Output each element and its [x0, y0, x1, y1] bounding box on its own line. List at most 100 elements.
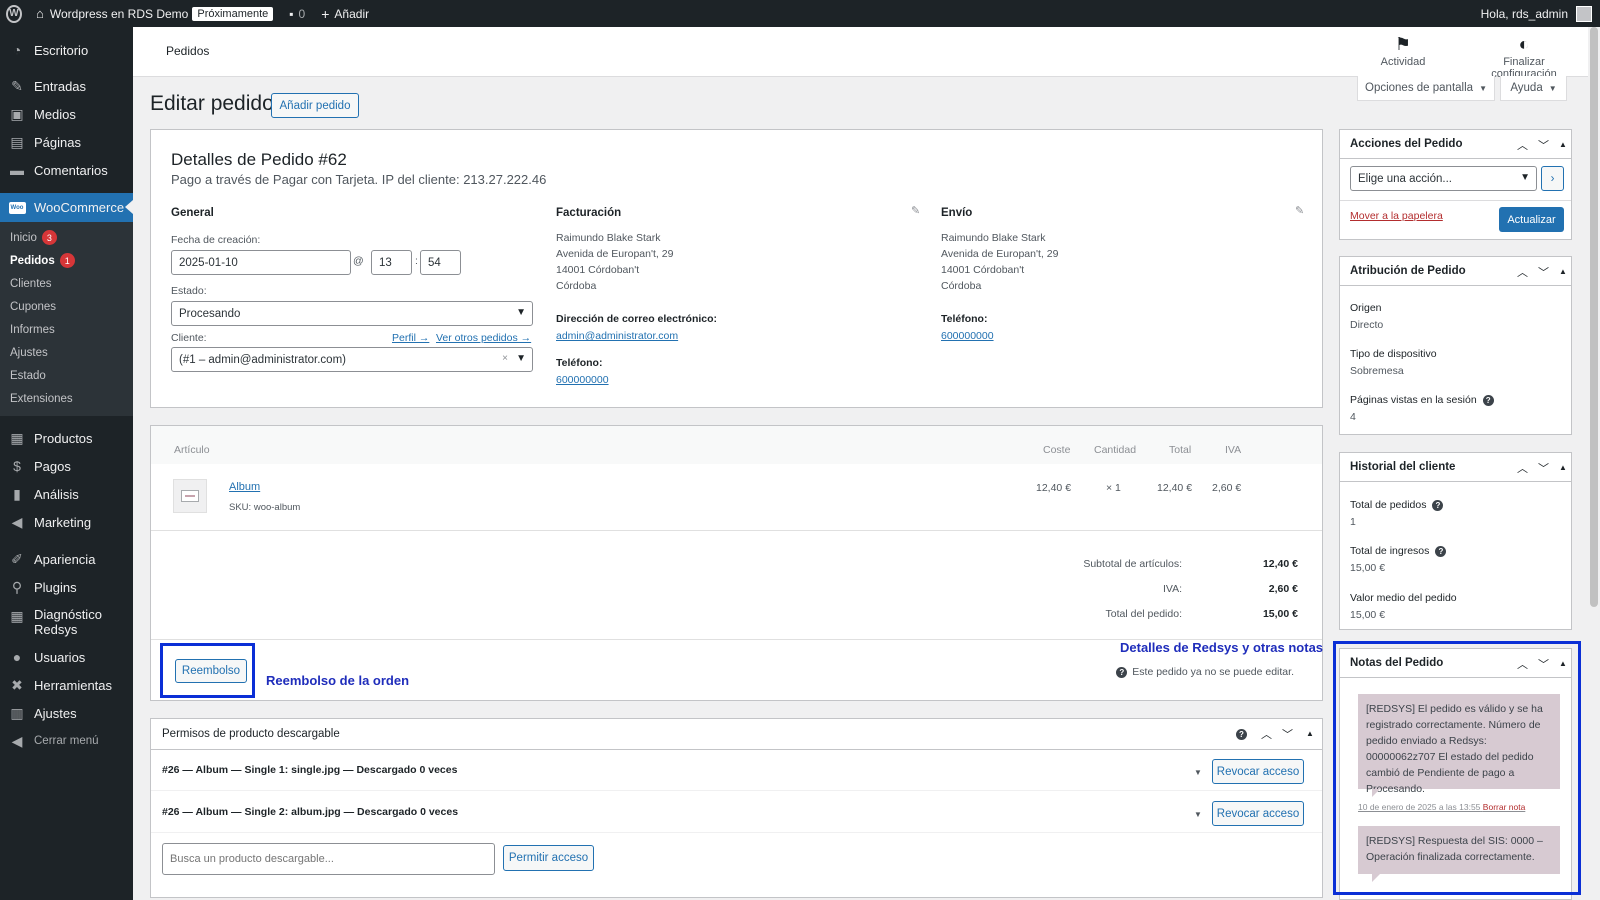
billing-email-link[interactable]: admin@administrator.com [556, 330, 678, 342]
clear-icon[interactable]: × [502, 353, 508, 364]
menu-marketing[interactable]: ◀ Marketing [0, 508, 133, 536]
hour-input[interactable]: 13 [371, 250, 412, 275]
refund-callout: Reembolso de la orden [266, 673, 410, 688]
submenu-inicio[interactable]: Inicio 3 [0, 226, 133, 249]
expand-caret-icon[interactable]: ▼ [1194, 810, 1202, 819]
chevron-down-icon: ▼ [1520, 172, 1530, 183]
history-title: Historial del cliente [1340, 453, 1571, 482]
move-up-icon[interactable]: ︿ [1517, 656, 1528, 672]
submenu-ajustes[interactable]: Ajustes [0, 341, 133, 364]
activity-button[interactable]: ⚑ Actividad [1373, 34, 1433, 68]
product-link[interactable]: Album [229, 481, 260, 493]
toggle-panel-icon[interactable]: ▲ [1559, 267, 1567, 276]
menu-ajustes[interactable]: ▥ Ajustes [0, 699, 133, 727]
add-new-link[interactable]: + Añadir [313, 0, 377, 27]
expand-caret-icon[interactable]: ▼ [1194, 768, 1202, 777]
apply-action-button[interactable]: › [1541, 166, 1564, 191]
scrollbar-thumb[interactable] [1590, 27, 1598, 607]
order-notes-box: Notas del Pedido ︿ ﹀ ▲ [REDSYS] El pedid… [1339, 648, 1572, 900]
menu-woocommerce[interactable]: Woo WooCommerce [0, 193, 133, 222]
wordpress-logo-icon[interactable]: W [0, 0, 28, 27]
order-meta: Pago a través de Pagar con Tarjeta. IP d… [171, 172, 547, 187]
item-cost: 12,40 € [1036, 482, 1072, 494]
minute-input[interactable]: 54 [420, 250, 461, 275]
grant-access-button[interactable]: Permitir acceso [503, 845, 594, 871]
site-name-link[interactable]: ⌂ Wordpress en RDS Demo Próximamente [28, 0, 281, 27]
delete-note-link[interactable]: Borrar nota [1483, 802, 1526, 812]
menu-pagos[interactable]: $ Pagos [0, 452, 133, 480]
order-action-select[interactable]: Elige una acción... ▼ [1350, 166, 1537, 191]
comments-link[interactable]: ▪ 0 [281, 0, 313, 27]
menu-herramientas[interactable]: ✖ Herramientas [0, 671, 133, 699]
move-to-trash-link[interactable]: Mover a la papelera [1350, 210, 1443, 222]
move-down-icon[interactable]: ﹀ [1538, 137, 1549, 153]
move-down-icon[interactable]: ﹀ [1538, 460, 1549, 476]
pages-value: 4 [1350, 411, 1356, 423]
finish-setup-button[interactable]: ◐ Finalizar configuración [1469, 34, 1579, 80]
submenu-pedidos[interactable]: Pedidos 1 [0, 249, 133, 272]
menu-escritorio[interactable]: ◔ Escritorio [0, 35, 133, 65]
update-button[interactable]: Actualizar [1499, 207, 1564, 232]
menu-medios[interactable]: ▣ Medios [0, 100, 133, 128]
move-up-icon[interactable]: ︿ [1517, 460, 1528, 476]
other-orders-link[interactable]: Ver otros pedidos → [436, 332, 531, 344]
edit-shipping-pencil-icon[interactable]: ✎ [1295, 204, 1304, 217]
greeting[interactable]: Hola, rds_admin [1481, 7, 1568, 21]
revoke-access-button[interactable]: Revocar acceso [1212, 801, 1304, 826]
coming-soon-badge[interactable]: Próximamente [192, 6, 274, 21]
menu-apariencia[interactable]: ✐ Apariencia [0, 545, 133, 573]
date-input[interactable]: 2025-01-10 [171, 250, 351, 275]
move-down-icon[interactable]: ﹀ [1538, 656, 1549, 672]
calculator-icon: ▦ [10, 607, 24, 624]
menu-diagnostico-redsys[interactable]: ▦ Diagnóstico Redsys [0, 601, 133, 643]
billing-phone-link[interactable]: 600000000 [556, 374, 609, 386]
toggle-panel-icon[interactable]: ▲ [1306, 729, 1314, 738]
menu-usuarios[interactable]: ● Usuarios [0, 643, 133, 671]
revoke-access-button[interactable]: Revocar acceso [1212, 759, 1304, 784]
help-button[interactable]: Ayuda ▼ [1500, 76, 1567, 101]
general-heading: General [171, 207, 214, 219]
menu-analisis[interactable]: ▮ Análisis [0, 480, 133, 508]
submenu-cupones[interactable]: Cupones [0, 295, 133, 318]
download-row: #26 — Album — Single 1: single.jpg — Des… [151, 750, 1322, 791]
col-tax: IVA [1225, 444, 1242, 456]
move-down-icon[interactable]: ﹀ [1282, 726, 1293, 742]
edit-billing-pencil-icon[interactable]: ✎ [911, 204, 920, 217]
downloadable-search-input[interactable] [162, 843, 495, 875]
order-attribution-box: Atribución de Pedido ︿ ﹀ ▲ Origen Direct… [1339, 256, 1572, 435]
shipping-phone-link[interactable]: 600000000 [941, 330, 994, 342]
submenu-clientes[interactable]: Clientes [0, 272, 133, 295]
menu-productos[interactable]: ▦ Productos [0, 424, 133, 452]
order-note: [REDSYS] El pedido es válido y se ha reg… [1358, 694, 1560, 797]
header-title: Pedidos [166, 44, 210, 58]
count-badge: 3 [41, 230, 57, 245]
avatar[interactable] [1576, 5, 1592, 22]
submenu-informes[interactable]: Informes [0, 318, 133, 341]
dashboard-icon: ◔ [12, 42, 22, 58]
add-order-button[interactable]: Añadir pedido [271, 93, 359, 118]
refund-button[interactable]: Reembolso [175, 659, 247, 683]
origin-value: Directo [1350, 319, 1384, 331]
submenu-extensiones[interactable]: Extensiones [0, 387, 133, 410]
move-up-icon[interactable]: ︿ [1261, 726, 1272, 742]
status-select[interactable]: Procesando ▼ [171, 301, 533, 326]
move-down-icon[interactable]: ﹀ [1538, 264, 1549, 280]
screen-options-button[interactable]: Opciones de pantalla ▼ [1357, 76, 1495, 101]
menu-entradas[interactable]: ✎ Entradas [0, 72, 133, 100]
move-up-icon[interactable]: ︿ [1517, 137, 1528, 153]
admin-sidebar: ◔ Escritorio ✎ Entradas ▣ Medios ▤ Páginas ▬… [0, 27, 133, 900]
menu-paginas[interactable]: ▤ Páginas [0, 128, 133, 156]
customer-select[interactable]: (#1 – admin@administrator.com) × ▼ [171, 347, 533, 372]
profile-link[interactable]: Perfil → [392, 332, 429, 344]
toggle-panel-icon[interactable]: ▲ [1559, 140, 1567, 149]
collapse-menu[interactable]: ◀ Cerrar menú [0, 727, 133, 755]
toggle-panel-icon[interactable]: ▲ [1559, 659, 1567, 668]
help-icon: ? [1435, 545, 1447, 557]
menu-comentarios[interactable]: ▬ Comentarios [0, 156, 133, 184]
submenu-estado[interactable]: Estado [0, 364, 133, 387]
menu-plugins[interactable]: ⚲ Plugins [0, 573, 133, 601]
download-label: #26 — Album — Single 1: single.jpg — Des… [162, 764, 458, 776]
toggle-panel-icon[interactable]: ▲ [1559, 463, 1567, 472]
downloadable-permissions-box: Permisos de producto descargable ? ︿ ﹀ ▲… [150, 718, 1323, 898]
move-up-icon[interactable]: ︿ [1517, 264, 1528, 280]
